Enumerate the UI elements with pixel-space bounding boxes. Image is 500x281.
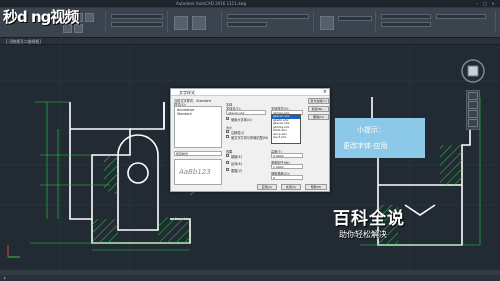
modify-bar[interactable]: [111, 22, 163, 27]
ribbon-group-layers: [224, 11, 314, 33]
video-logo: 秒d ng视频: [3, 8, 79, 26]
style-list[interactable]: Annotative Standard: [174, 106, 222, 148]
close-icon[interactable]: ×: [323, 89, 327, 96]
orbit-icon[interactable]: [468, 110, 478, 118]
window-title: Autodesk AutoCAD 2016 1111.dwg: [176, 1, 247, 6]
document-tab: [-][俯视][二维线框]: [0, 38, 500, 45]
vertical-label: 垂直(V): [231, 169, 243, 173]
dialog-title: 文字样式: [179, 90, 195, 95]
color-combo[interactable]: [381, 14, 431, 19]
match-orientation-label: 使文字方向与布局匹配(M): [231, 136, 269, 140]
annotative-checkbox[interactable]: [226, 130, 229, 133]
navigation-bar[interactable]: [466, 90, 480, 130]
ucs-icon: [7, 245, 20, 258]
backwards-checkbox[interactable]: [226, 161, 229, 164]
watermark: 百科全说 助你轻松解决: [333, 204, 433, 256]
apply-button[interactable]: 应用(A): [257, 184, 277, 190]
text-style-dialog: 文字样式 × 当前文字样式：Standard 样式(S)： Annotative…: [170, 88, 330, 192]
viewport-label: [-][俯视][二维线框]: [6, 39, 41, 44]
font-name-combo[interactable]: gbenor.shx: [226, 110, 266, 115]
part-outline: [130, 102, 165, 130]
dropdown-option[interactable]: isoct.shx: [272, 135, 300, 140]
part-outline: [69, 102, 131, 220]
new-style-button[interactable]: 新建(N)...: [308, 106, 329, 112]
modify-bar[interactable]: [111, 14, 163, 19]
text-tool-button[interactable]: [174, 16, 188, 30]
block-tools[interactable]: [338, 16, 372, 21]
close-icon[interactable]: ×: [490, 1, 496, 6]
width-factor-input[interactable]: 1.0000: [271, 164, 303, 169]
bore-circle: [127, 162, 149, 184]
dimension-tool-button[interactable]: [192, 16, 206, 30]
close-button[interactable]: 关闭(C): [281, 184, 301, 190]
hatch-region: [104, 155, 118, 195]
backwards-label: 反向(K): [231, 162, 242, 166]
list-item[interactable]: Standard: [177, 112, 192, 116]
circle-tool-button[interactable]: [85, 13, 94, 22]
dialog-titlebar: 文字样式 ×: [171, 89, 329, 96]
insert-block-button[interactable]: [320, 16, 334, 30]
set-current-button[interactable]: 置为当前(C): [308, 98, 329, 104]
pan-icon[interactable]: [468, 92, 478, 100]
tip-text: 更改字体-应用: [343, 142, 388, 150]
model-tab[interactable]: ▸: [4, 275, 6, 281]
preview-pane: AaBb123: [174, 159, 222, 185]
status-bar: ▸: [0, 275, 500, 281]
hatch-region: [158, 217, 190, 243]
minimize-icon[interactable]: –: [474, 1, 480, 6]
tip-box: 小提示： 更改字体-应用: [335, 118, 425, 158]
match-orientation-checkbox[interactable]: [226, 135, 229, 138]
delete-style-button[interactable]: 删除(D): [308, 114, 329, 120]
ribbon-group-block: [316, 11, 376, 33]
ribbon-group-annotation: [170, 11, 222, 33]
linetype-combo[interactable]: [381, 22, 431, 27]
ribbon-group-properties: [378, 11, 496, 33]
tip-title: 小提示：: [357, 126, 385, 134]
zoom-icon[interactable]: [468, 101, 478, 109]
layer-tools[interactable]: [227, 22, 267, 27]
watermark-subtitle: 助你轻松解决: [339, 230, 387, 239]
showmotion-icon[interactable]: [468, 119, 478, 127]
lineweight-combo[interactable]: [436, 14, 486, 19]
help-button[interactable]: 帮助(H): [305, 184, 327, 190]
big-font-label: 使用大字体(U): [231, 118, 252, 122]
autocad-window: Autodesk AutoCAD 2016 1111.dwg – □ × 秒d …: [0, 0, 500, 281]
watermark-title: 百科全说: [333, 209, 405, 229]
oblique-input[interactable]: 0: [271, 175, 303, 180]
ribbon-group-modify: [108, 11, 168, 33]
height-input[interactable]: 0.0000: [271, 153, 303, 158]
preview-text: AaBb123: [179, 168, 211, 176]
navigation-cube[interactable]: [459, 57, 487, 85]
font-dropdown-list[interactable]: gbenor.shx gbeitc.shx gbenor.shx gbcbig.…: [271, 114, 301, 144]
layer-combo[interactable]: [227, 14, 309, 19]
upside-down-checkbox[interactable]: [226, 154, 229, 157]
hatch-region: [440, 145, 462, 185]
vertical-checkbox[interactable]: [226, 168, 229, 171]
upside-down-label: 颠倒(E): [231, 155, 242, 159]
big-font-checkbox[interactable]: [226, 117, 229, 120]
style-filter-combo[interactable]: 所有样式: [174, 151, 222, 156]
hatch-region: [92, 219, 118, 243]
maximize-icon[interactable]: □: [482, 1, 488, 6]
